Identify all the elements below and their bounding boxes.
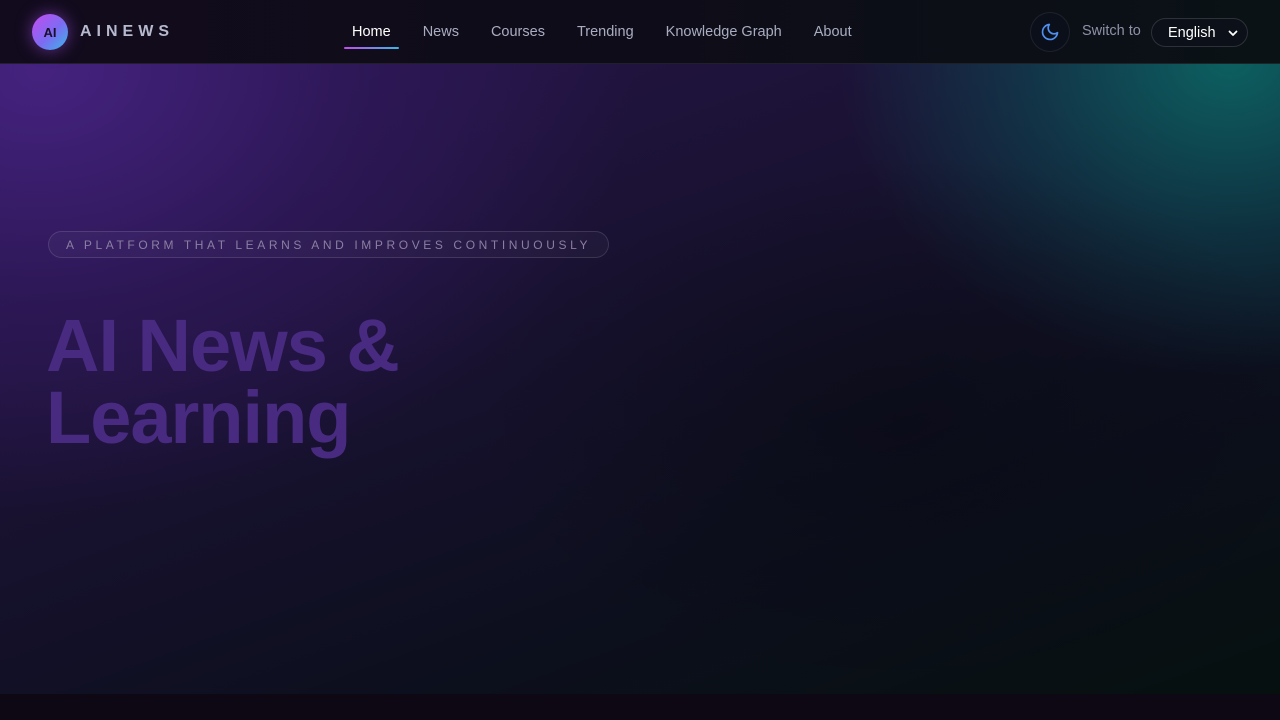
nav-about[interactable]: About xyxy=(806,0,860,64)
hero-title: AI News & Learning xyxy=(46,304,400,459)
page: AI AINEWS Home News Courses Trending Kno… xyxy=(0,0,1280,720)
hero-title-line-2: Learning xyxy=(46,376,351,459)
language-select-value: English xyxy=(1168,24,1216,41)
navbar: AI AINEWS Home News Courses Trending Kno… xyxy=(0,0,1280,64)
nav-trending[interactable]: Trending xyxy=(569,0,642,64)
logo-link[interactable]: AI AINEWS xyxy=(32,14,174,50)
nav-courses[interactable]: Courses xyxy=(483,0,553,64)
logo-badge: AI xyxy=(32,14,68,50)
nav-home[interactable]: Home xyxy=(344,0,399,64)
brand-name: AINEWS xyxy=(80,23,174,40)
language-select[interactable]: English xyxy=(1151,18,1248,47)
hero-tagline: A PLATFORM THAT LEARNS AND IMPROVES CONT… xyxy=(48,231,610,258)
nav-knowledge-graph[interactable]: Knowledge Graph xyxy=(658,0,790,64)
page-footer-strip xyxy=(0,694,1280,720)
main-nav: Home News Courses Trending Knowledge Gra… xyxy=(336,0,868,64)
chevron-down-icon xyxy=(1228,30,1238,36)
theme-toggle-button[interactable] xyxy=(1030,12,1070,52)
language-switch-label: Switch to xyxy=(1082,23,1141,39)
moon-icon xyxy=(1041,23,1059,41)
nav-news[interactable]: News xyxy=(415,0,467,64)
hero-title-line-1: AI News & xyxy=(46,304,400,387)
